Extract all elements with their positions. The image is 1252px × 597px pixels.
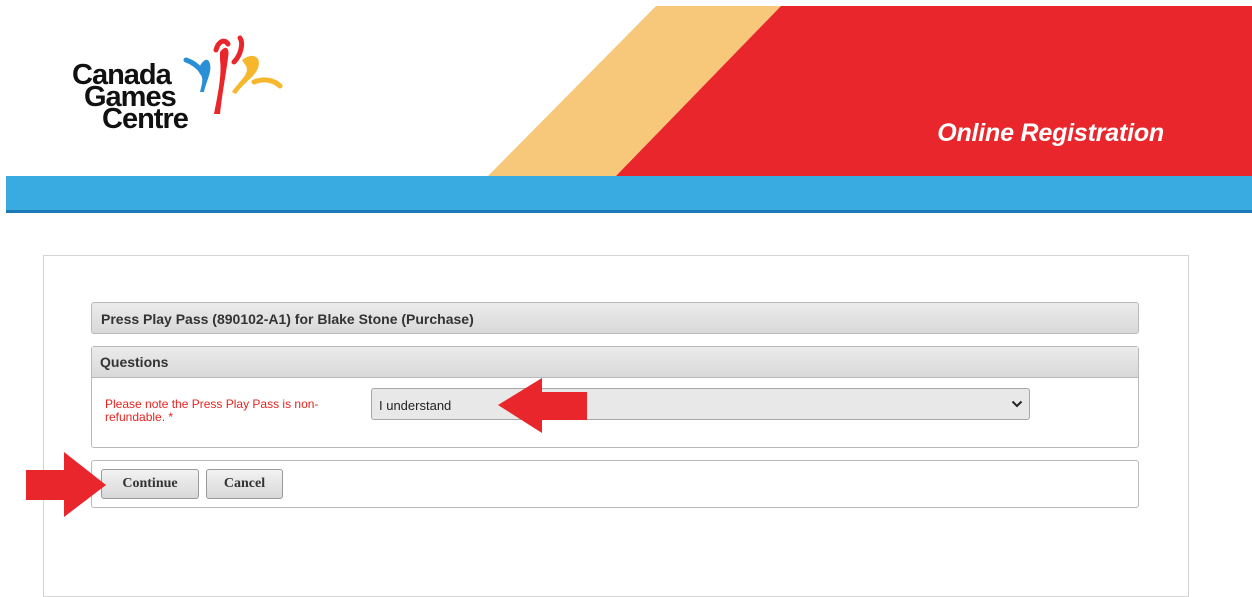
header-blue-bar <box>6 176 1252 212</box>
right-arrow-annotation-icon <box>26 452 106 517</box>
select-value: I understand <box>379 398 452 413</box>
questions-header: Questions <box>92 347 1138 378</box>
header-banner: Canada Games Centre Online Registration <box>6 6 1252 176</box>
questions-heading: Questions <box>100 354 169 370</box>
flame-figures-icon <box>183 35 283 114</box>
header-title: Online Registration <box>937 119 1164 147</box>
canada-games-centre-logo[interactable]: Canada Games Centre <box>70 34 310 154</box>
chevron-down-icon <box>1011 400 1023 408</box>
questions-section: Questions Please note the Press Play Pas… <box>91 346 1139 448</box>
question-label: Please note the Press Play Pass is non-r… <box>105 397 319 424</box>
header-blue-bar-edge <box>6 210 1252 213</box>
left-arrow-annotation-icon <box>498 378 587 433</box>
acknowledge-select[interactable]: I understand <box>371 388 1030 420</box>
continue-button[interactable]: Continue <box>101 469 199 499</box>
purchase-title: Press Play Pass (890102-A1) for Blake St… <box>101 311 474 327</box>
cancel-button[interactable]: Cancel <box>206 469 283 499</box>
site-header: Canada Games Centre Online Registration <box>0 0 1252 214</box>
purchase-header: Press Play Pass (890102-A1) for Blake St… <box>91 302 1139 334</box>
actions-bar: Continue Cancel <box>91 460 1139 508</box>
